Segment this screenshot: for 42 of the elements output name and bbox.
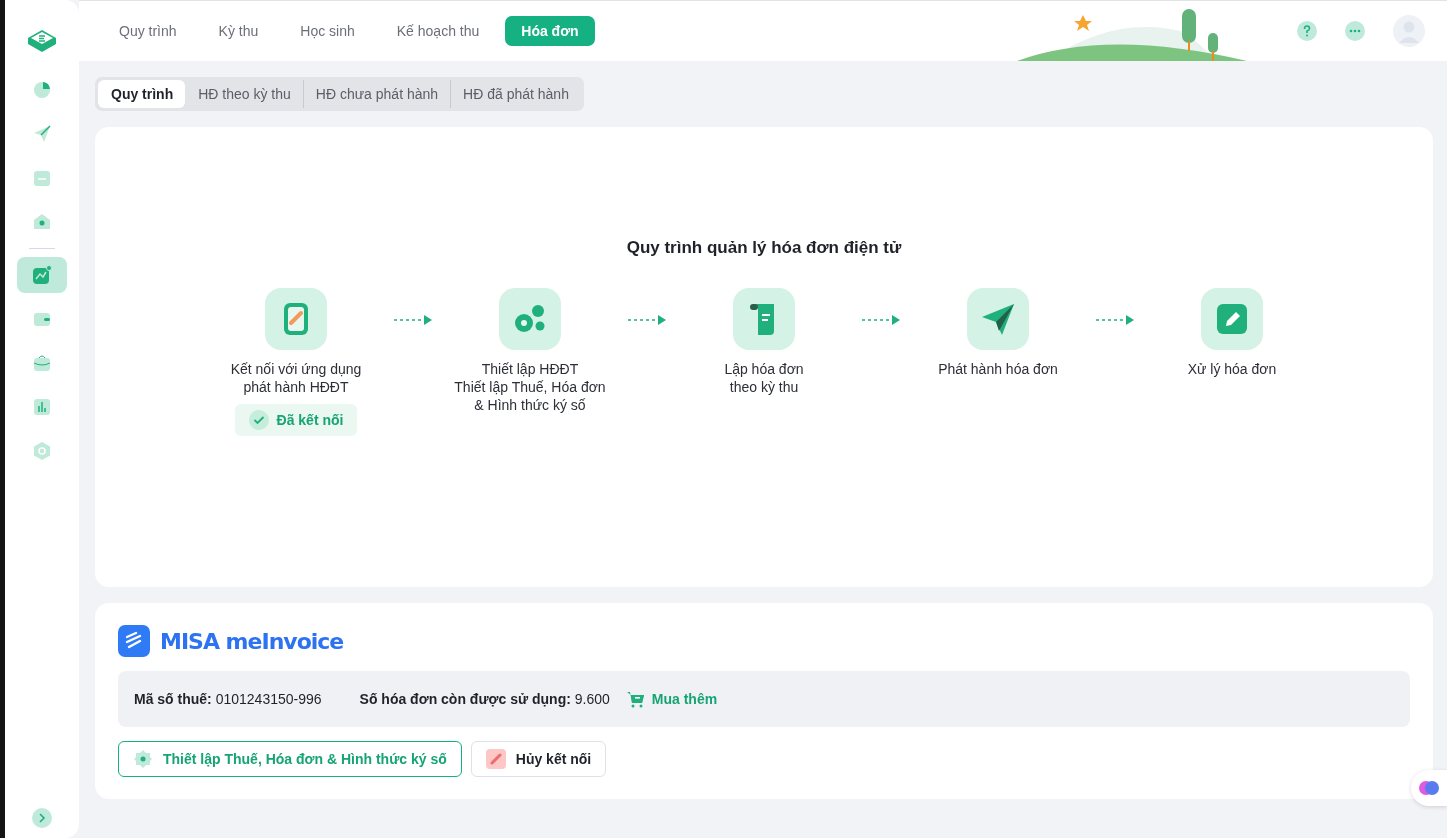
disconnect-button[interactable]: Hủy kết nối [470,741,607,777]
step-plane-icon [967,288,1029,350]
nav-tab[interactable]: Quy trình [103,16,193,46]
logo-text: MISA meInvoice [160,628,344,654]
status-text: Đã kết nối [276,412,344,428]
step-label: Phát hành hóa đơn [938,360,1058,378]
expand-button[interactable] [32,808,52,828]
step-label: Xử lý hóa đơn [1187,360,1277,378]
arrow-icon [628,314,666,326]
logo-icon [118,625,150,657]
nav-tab[interactable]: Kế hoạch thu [380,16,496,46]
arrow-icon [862,314,900,326]
step-scroll-icon [733,288,795,350]
sub-tab[interactable]: HĐ đã phát hành [450,80,581,108]
nav-tab[interactable]: Hóa đơn [505,16,595,46]
tax-code: Mã số thuế: 0101243150-996 [134,691,322,707]
process-title: Quy trình quản lý hóa đơn điện tử [626,238,902,258]
buy-more-link[interactable]: Mua thêm [625,689,718,709]
arrow-icon [394,314,432,326]
check-icon [248,410,269,430]
help-icon[interactable] [1297,21,1317,41]
arrow-icon [1096,314,1134,326]
step-label: Lập hóa đơn theo kỳ thu [724,360,804,396]
assistant-icon[interactable] [1411,770,1447,806]
sub-tab[interactable]: HĐ theo kỳ thu [185,80,303,108]
remaining-invoices: Số hóa đơn còn được sử dụng: 9.600 [359,691,610,707]
step-label: Kết nối với ứng dụng phát hành HĐĐT [230,360,362,396]
settings-button[interactable]: Thiết lập Thuế, Hóa đơn & Hình thức ký số [118,741,462,777]
cart-icon [625,689,646,709]
nav-tab[interactable]: Học sinh [284,16,371,46]
step-label: Thiết lập HĐĐT Thiết lập Thuế, Hóa đơn & Hình thức ký số [454,360,606,414]
step-edit-icon [1201,288,1263,350]
chevron-right-icon [37,813,47,823]
avatar-icon[interactable] [1393,15,1425,47]
more-icon[interactable] [1345,21,1365,41]
sub-tab[interactable]: HĐ chưa phát hành [302,80,451,108]
step-link-icon [265,288,327,350]
gear-icon [133,749,153,769]
nav-tab[interactable]: Kỳ thu [202,16,275,46]
step-gears-icon [499,288,561,350]
sidebar-trend-icon[interactable] [17,257,67,293]
sub-tab[interactable]: Quy trình [98,80,186,108]
